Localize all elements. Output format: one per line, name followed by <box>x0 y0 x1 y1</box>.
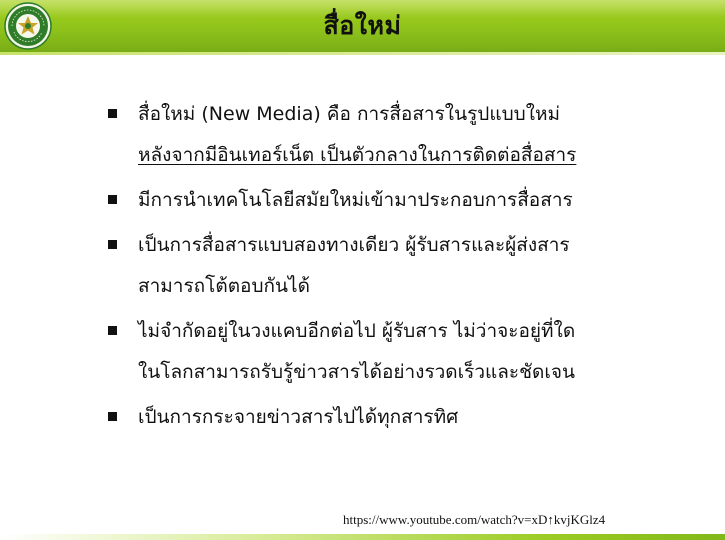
square-bullet-icon <box>108 412 117 421</box>
source-link[interactable]: https://www.youtube.com/watch?v=xD↑kvjKG… <box>343 512 605 528</box>
presentation-slide: สื่อใหม่ สื่อใหม่ (New Media) คือ การสื่… <box>0 0 725 540</box>
bullet-line-underlined: หลังจากมีอินเทอร์เน็ต เป็นตัวกลางในการติ… <box>138 144 577 166</box>
bullet-line: ไม่จำกัดอยู่ในวงแคบอีกต่อไป ผู้รับสาร ไม… <box>138 320 576 342</box>
bullet-item-modern-technology: มีการนำเทคโนโลยีสมัยใหม่เข้ามาประกอบการส… <box>104 180 704 221</box>
bullet-item-two-way-communication: เป็นการสื่อสารแบบสองทางเดียว ผู้รับสารแล… <box>104 225 704 307</box>
square-bullet-icon <box>108 326 117 335</box>
bullet-list: สื่อใหม่ (New Media) คือ การสื่อสารในรูป… <box>104 94 704 438</box>
bullet-line: มีการนำเทคโนโลยีสมัยใหม่เข้ามาประกอบการส… <box>138 189 573 211</box>
title-bar: สื่อใหม่ <box>0 0 725 52</box>
title-bar-divider <box>0 52 725 55</box>
bullet-line: เป็นการกระจายข่าวสารไปได้ทุกสารทิศ <box>138 406 459 428</box>
bullet-line: สามารถโต้ตอบกันได้ <box>138 275 310 297</box>
square-bullet-icon <box>108 195 117 204</box>
square-bullet-icon <box>108 240 117 249</box>
bullet-item-unlimited-reach: ไม่จำกัดอยู่ในวงแคบอีกต่อไป ผู้รับสาร ไม… <box>104 311 704 393</box>
bullet-item-new-media-definition: สื่อใหม่ (New Media) คือ การสื่อสารในรูป… <box>104 94 704 176</box>
bullet-line: ในโลกสามารถรับรู้ข่าวสารได้อย่างรวดเร็วแ… <box>138 361 575 383</box>
bullet-item-broadcast-everywhere: เป็นการกระจายข่าวสารไปได้ทุกสารทิศ <box>104 397 704 438</box>
bottom-accent-bar <box>0 534 725 540</box>
bullet-line: สื่อใหม่ (New Media) คือ การสื่อสารในรูป… <box>138 103 561 125</box>
square-bullet-icon <box>108 109 117 118</box>
slide-title: สื่อใหม่ <box>323 11 402 40</box>
bullet-line: เป็นการสื่อสารแบบสองทางเดียว ผู้รับสารแล… <box>138 234 570 256</box>
